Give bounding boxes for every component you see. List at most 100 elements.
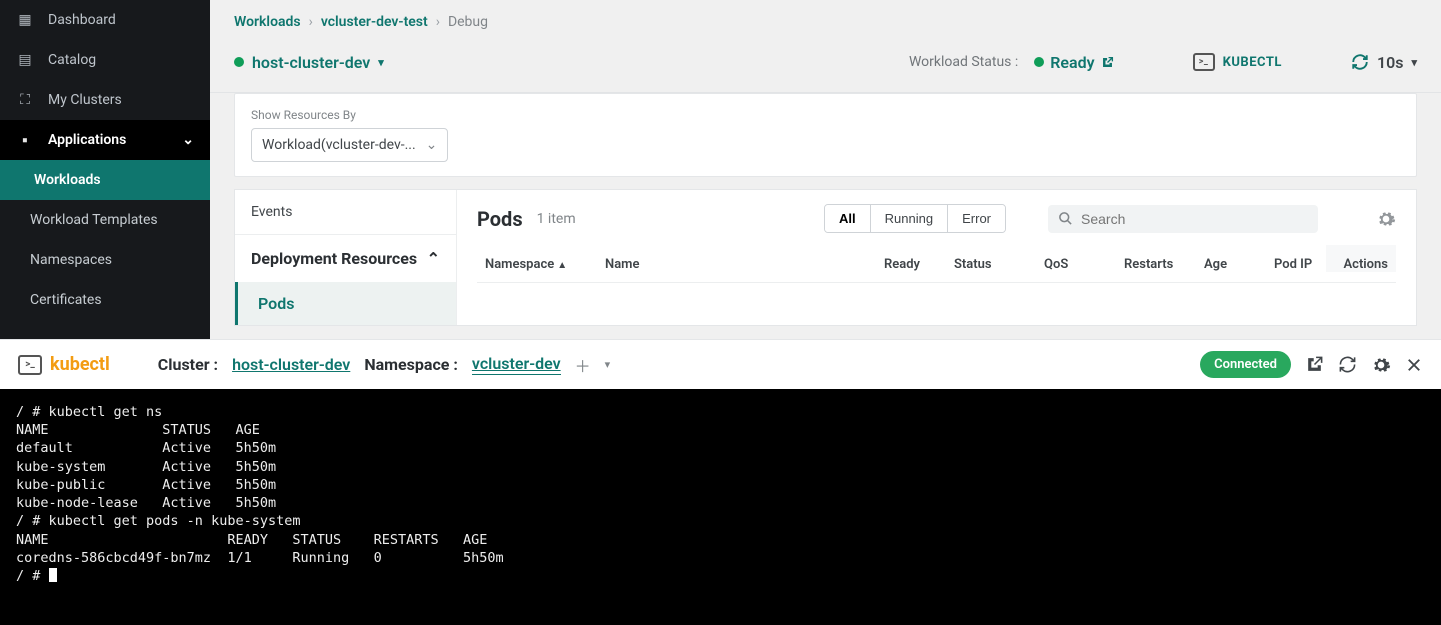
external-link-icon: [1305, 355, 1324, 374]
col-status[interactable]: Status: [946, 257, 1036, 272]
context-bar: host-cluster-dev ▾ Workload Status : Rea…: [210, 36, 1441, 93]
sidebar-item-label: Catalog: [48, 52, 96, 68]
applications-icon: 🞍: [16, 132, 34, 148]
sidebar-sub-workloads[interactable]: Workloads: [0, 160, 210, 200]
chevron-down-icon: ⌄: [426, 137, 438, 153]
popout-button[interactable]: [1305, 355, 1324, 374]
cluster-label: Cluster :: [158, 355, 218, 374]
clusters-icon: ⛶: [16, 92, 34, 108]
sidebar-item-catalog[interactable]: ▤ Catalog: [0, 40, 210, 80]
kubectl-label: KUBECTL: [1223, 55, 1282, 70]
col-actions: Actions: [1326, 245, 1396, 272]
search-input[interactable]: [1081, 211, 1308, 227]
pods-panel: Pods 1 item All Running Error: [457, 190, 1416, 325]
namespace-label: Namespace :: [364, 355, 458, 374]
resource-nav: Events Deployment Resources ⌃ Pods: [235, 190, 457, 325]
filter-running-button[interactable]: Running: [870, 205, 947, 232]
close-button[interactable]: [1405, 356, 1423, 374]
kubectl-logo: >_ kubectl: [18, 354, 110, 375]
kubectl-brand: kubectl: [50, 354, 110, 375]
filter-card: Show Resources By Workload(vcluster-dev-…: [234, 93, 1417, 177]
search-icon: [1058, 211, 1073, 226]
breadcrumb-current: Debug: [448, 14, 488, 30]
filter-label: Show Resources By: [251, 108, 1400, 122]
close-icon: [1405, 356, 1423, 374]
col-qos[interactable]: QoS: [1036, 257, 1116, 272]
sidebar: ▦ Dashboard ▤ Catalog ⛶ My Clusters 🞍 Ap…: [0, 0, 210, 339]
workload-status-label: Workload Status :: [909, 54, 1018, 70]
terminal-header: >_ kubectl Cluster : host-cluster-dev Na…: [0, 339, 1441, 389]
cluster-name-label: host-cluster-dev: [252, 53, 370, 72]
sidebar-item-applications[interactable]: 🞍 Applications ⌄: [0, 120, 210, 160]
namespace-link[interactable]: vcluster-dev: [472, 354, 561, 375]
sort-asc-icon: ▲: [557, 260, 567, 271]
connection-badge: Connected: [1200, 351, 1291, 378]
sidebar-item-dashboard[interactable]: ▦ Dashboard: [0, 0, 210, 40]
breadcrumb-sep: ›: [436, 14, 440, 30]
status-dot-icon: [234, 57, 244, 67]
settings-button[interactable]: [1376, 209, 1396, 229]
select-value: Workload(vcluster-dev-...: [262, 137, 416, 153]
gear-icon: [1371, 355, 1391, 375]
main-content: Workloads › vcluster-dev-test › Debug ho…: [210, 0, 1441, 339]
breadcrumb: Workloads › vcluster-dev-test › Debug: [210, 0, 1441, 36]
sidebar-sub-label: Workloads: [34, 172, 101, 188]
status-filter-segment: All Running Error: [824, 204, 1006, 233]
events-tab[interactable]: Events: [235, 190, 456, 234]
item-count: 1 item: [537, 211, 576, 227]
col-ready[interactable]: Ready: [876, 257, 946, 272]
refresh-button[interactable]: [1338, 355, 1357, 374]
sidebar-item-my-clusters[interactable]: ⛶ My Clusters: [0, 80, 210, 120]
sidebar-item-label: Applications: [48, 132, 126, 148]
chevron-down-icon[interactable]: ▾: [605, 358, 611, 371]
col-name[interactable]: Name: [597, 257, 876, 272]
table-header: Namespace▲ Name Ready Status QoS Restart…: [477, 245, 1396, 283]
search-box[interactable]: [1048, 205, 1318, 233]
terminal-icon: >_: [18, 355, 42, 375]
col-restarts[interactable]: Restarts: [1116, 257, 1196, 272]
breadcrumb-sep: ›: [309, 14, 313, 30]
chevron-up-icon: ⌃: [427, 249, 440, 268]
terminal-output[interactable]: / # kubectl get ns NAME STATUS AGE defau…: [0, 389, 1441, 625]
dashboard-icon: ▦: [16, 12, 34, 28]
external-link-icon: [1101, 56, 1114, 69]
terminal-icon: >_: [1193, 53, 1215, 71]
deployment-resources-header[interactable]: Deployment Resources ⌃: [235, 234, 456, 282]
kubectl-button[interactable]: >_ KUBECTL: [1186, 48, 1289, 76]
catalog-icon: ▤: [16, 52, 34, 68]
breadcrumb-workloads[interactable]: Workloads: [234, 14, 301, 30]
status-dot-icon: [1034, 57, 1044, 67]
chevron-down-icon: ▾: [378, 56, 384, 69]
interval-label: 10s: [1377, 53, 1404, 72]
panel-title: Pods: [477, 207, 523, 231]
refresh-interval[interactable]: 10s ▾: [1351, 53, 1417, 72]
sidebar-sub-workload-templates[interactable]: Workload Templates: [0, 200, 210, 240]
status-badge[interactable]: Ready: [1034, 53, 1113, 72]
filter-error-button[interactable]: Error: [947, 205, 1005, 232]
filter-all-button[interactable]: All: [825, 205, 870, 232]
resource-filter-select[interactable]: Workload(vcluster-dev-... ⌄: [251, 128, 448, 162]
sidebar-sub-certificates[interactable]: Certificates: [0, 280, 210, 320]
events-label: Events: [251, 204, 292, 220]
pods-nav-label: Pods: [258, 294, 294, 313]
sidebar-item-label: My Clusters: [48, 92, 122, 108]
cluster-selector[interactable]: host-cluster-dev ▾: [234, 53, 384, 72]
chevron-down-icon: ⌄: [182, 132, 194, 148]
breadcrumb-item[interactable]: vcluster-dev-test: [321, 14, 428, 30]
dr-label: Deployment Resources: [251, 249, 417, 268]
col-namespace[interactable]: Namespace▲: [477, 257, 597, 272]
sidebar-item-label: Dashboard: [48, 12, 116, 28]
cluster-link[interactable]: host-cluster-dev: [232, 355, 350, 374]
gear-icon: [1376, 209, 1396, 229]
refresh-icon: [1351, 53, 1369, 71]
add-namespace-button[interactable]: ＋: [575, 353, 591, 377]
sidebar-sub-namespaces[interactable]: Namespaces: [0, 240, 210, 280]
sidebar-sub-label: Workload Templates: [30, 212, 158, 228]
pods-nav-item[interactable]: Pods: [235, 282, 456, 325]
settings-button[interactable]: [1371, 355, 1391, 375]
sidebar-sub-label: Certificates: [30, 292, 102, 308]
col-age[interactable]: Age: [1196, 257, 1266, 272]
col-pod-ip[interactable]: Pod IP: [1266, 257, 1326, 272]
sidebar-sub-label: Namespaces: [30, 252, 112, 268]
status-value: Ready: [1050, 53, 1094, 72]
